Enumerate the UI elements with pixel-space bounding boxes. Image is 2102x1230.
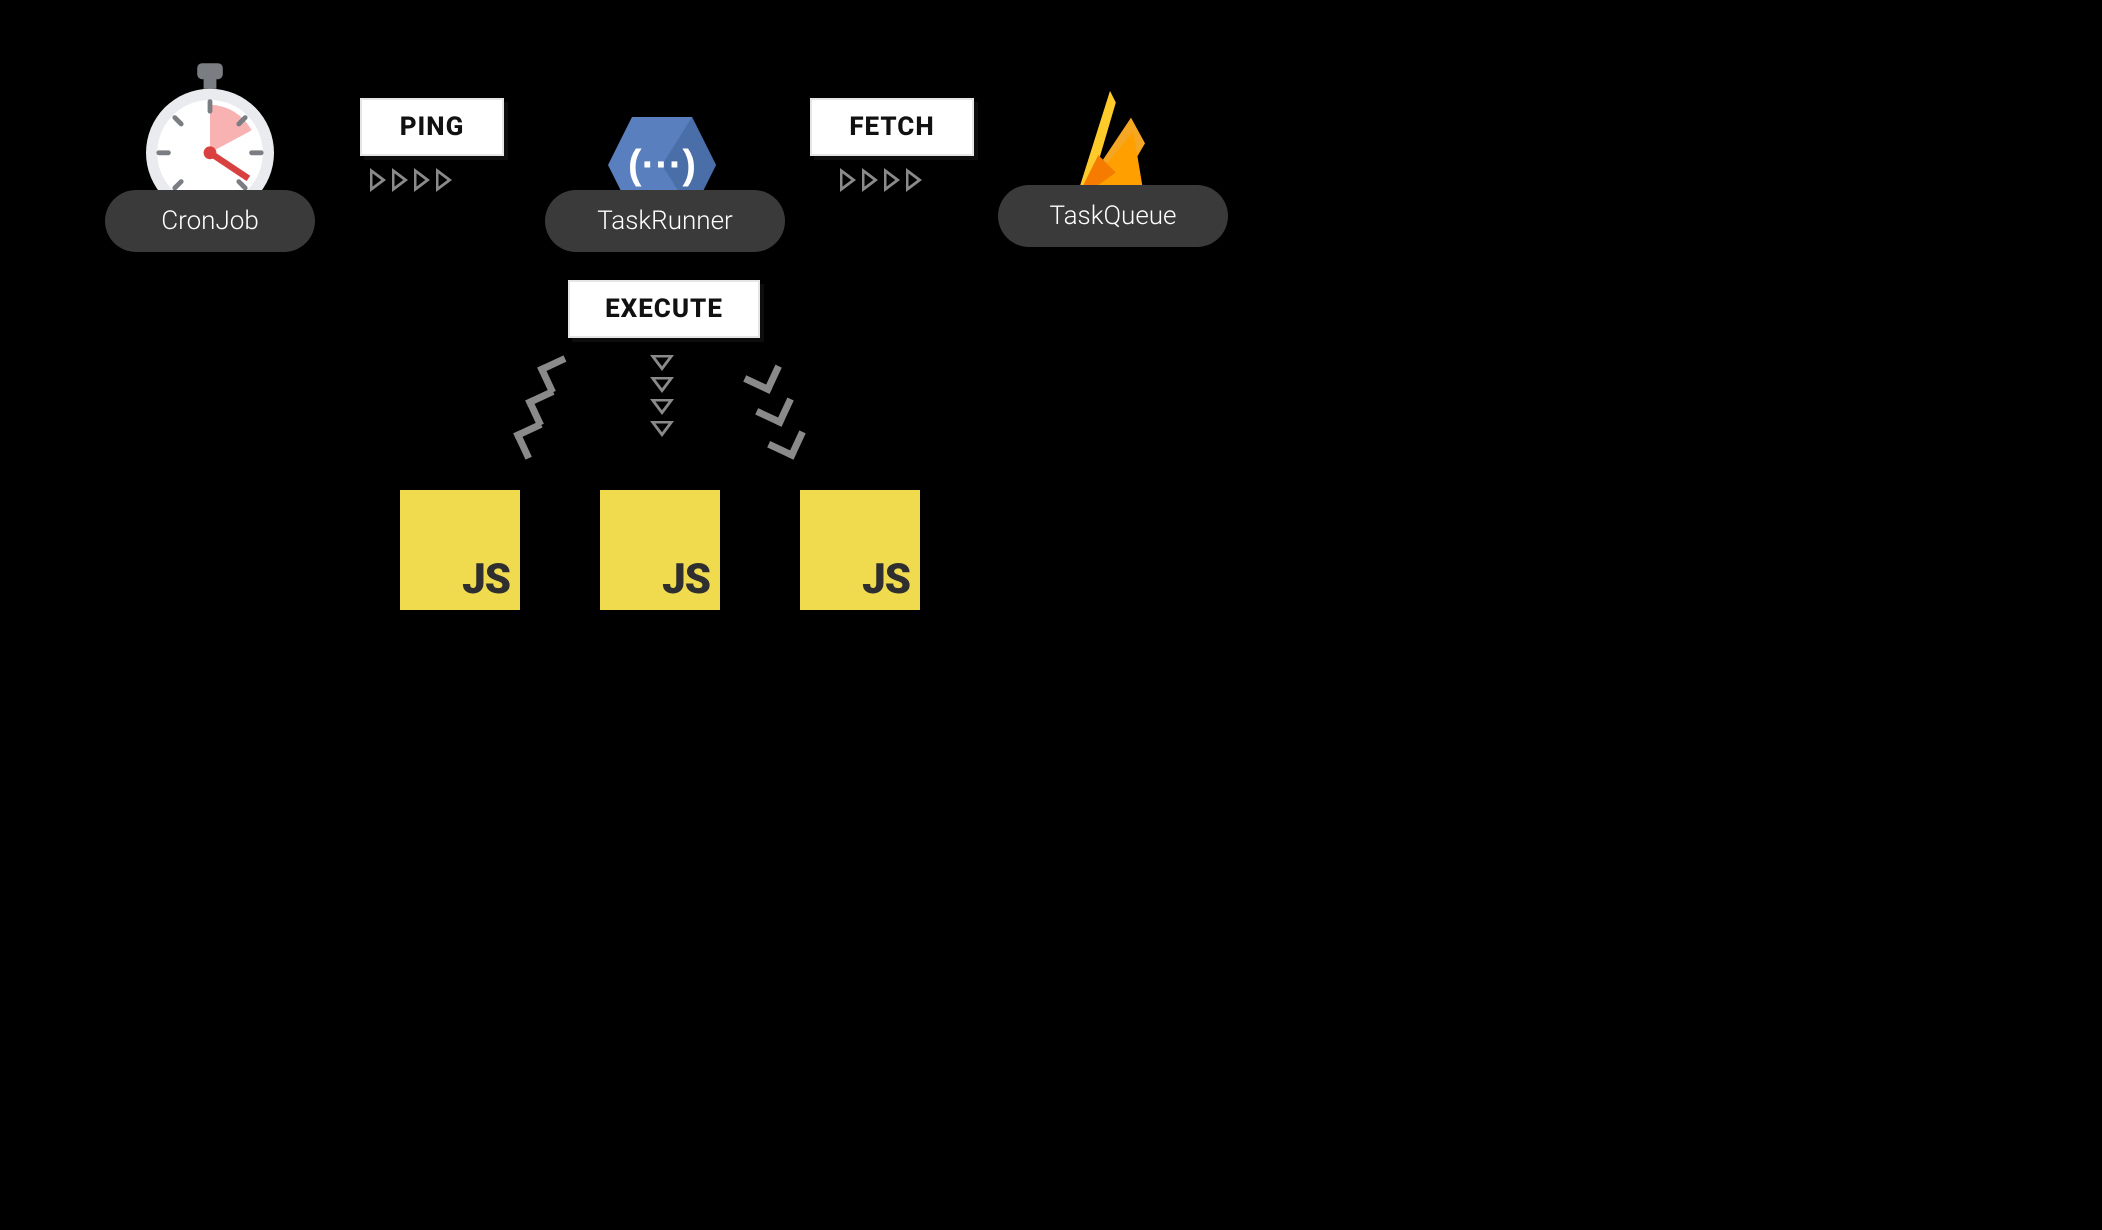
node-cronjob-label: CronJob — [161, 206, 259, 236]
node-taskqueue-label: TaskQueue — [1049, 201, 1176, 231]
arrow-execute-left — [514, 356, 575, 459]
edge-fetch-label: FETCH — [810, 98, 974, 156]
arrow-execute-right — [744, 356, 805, 459]
arrow-ping — [370, 168, 452, 192]
edge-execute-label: EXECUTE — [568, 280, 760, 338]
javascript-icon: JS — [862, 555, 910, 604]
arrow-execute-center — [650, 355, 674, 437]
js-task-2: JS — [600, 490, 720, 610]
javascript-icon: JS — [462, 555, 510, 604]
node-taskqueue: TaskQueue — [998, 185, 1228, 247]
node-cronjob: CronJob — [105, 190, 315, 252]
svg-text:(···): (···) — [628, 141, 696, 187]
node-taskrunner: TaskRunner — [545, 190, 785, 252]
edge-ping-label: PING — [360, 98, 504, 156]
arrow-fetch — [840, 168, 922, 192]
js-task-3: JS — [800, 490, 920, 610]
javascript-icon: JS — [662, 555, 710, 604]
diagram-canvas: CronJob PING (···) TaskRunner FETCH Task… — [0, 0, 1456, 816]
node-taskrunner-label: TaskRunner — [597, 206, 733, 236]
js-task-1: JS — [400, 490, 520, 610]
